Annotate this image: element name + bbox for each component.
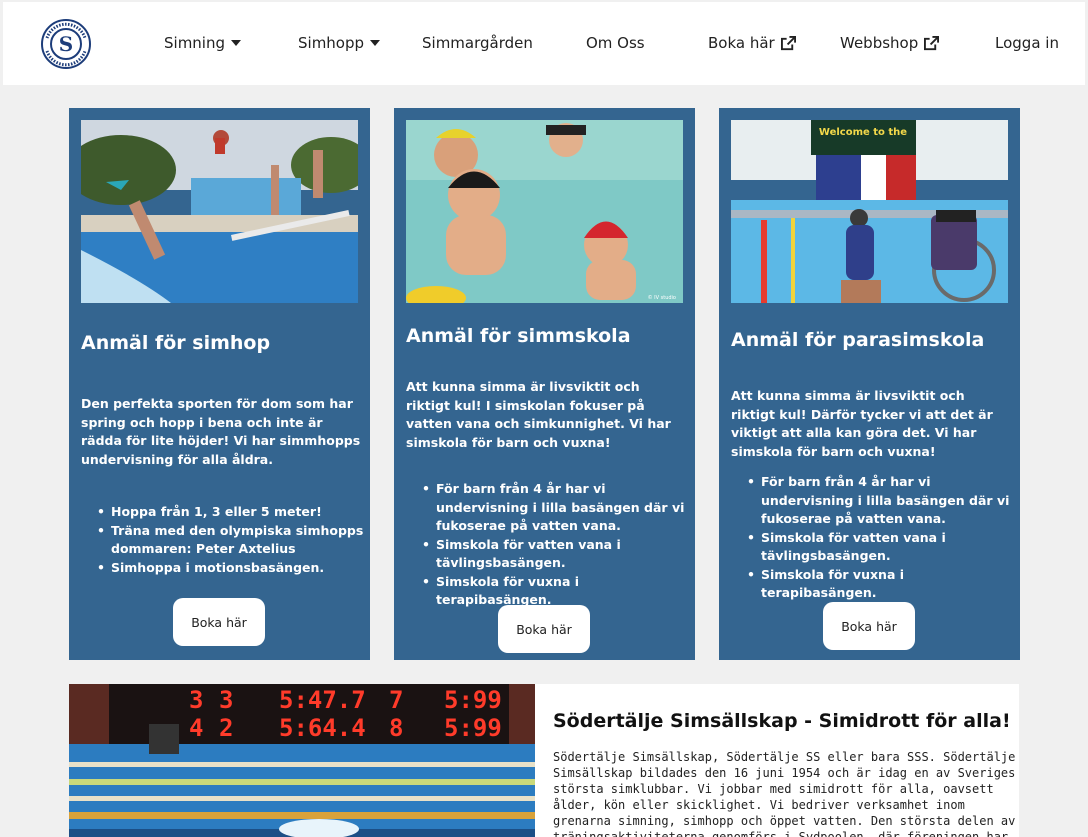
scoreboard-digit: 4	[189, 714, 203, 742]
nav-simning-label: Simning	[164, 34, 226, 52]
scoreboard-digit: 8	[389, 714, 403, 742]
scoreboard-digit: 2	[219, 714, 233, 742]
nav-simmargarden[interactable]: Simmargården	[422, 34, 533, 52]
nav-simhopp-label: Simhopp	[298, 34, 365, 52]
scoreboard-digit: 5:99	[444, 714, 502, 742]
list-item: Simskola för vuxna i terapibasängen.	[731, 566, 1015, 603]
card-bullet-list: Hoppa från 1, 3 eller 5 meter! Träna med…	[81, 503, 365, 577]
nav-logga-in[interactable]: Logga in	[995, 34, 1059, 52]
swim-school-photo: © IV studio	[406, 120, 683, 303]
nav-webbshop-label: Webbshop	[840, 34, 919, 52]
svg-text:S: S	[59, 32, 73, 56]
chevron-down-icon	[231, 40, 242, 46]
chevron-down-icon	[370, 40, 381, 46]
list-item: Simskola för vuxna i terapibasängen.	[406, 573, 690, 610]
nav-boka-har-label: Boka här	[708, 34, 775, 52]
nav-simmargarden-label: Simmargården	[422, 34, 533, 52]
welcome-sign: Welcome to the	[819, 127, 907, 138]
image-credit: © IV studio	[648, 294, 676, 301]
card-simskola: © IV studio Anmäl för simmskola Att kunn…	[394, 108, 695, 660]
card-description: Den perfekta sporten för dom som har spr…	[81, 396, 361, 467]
scoreboard-digit: 3	[219, 686, 233, 714]
card-description: Att kunna simma är livsviktit och riktig…	[406, 379, 671, 450]
scoreboard-digit: 7	[389, 686, 403, 714]
nav-simning[interactable]: Simning	[164, 34, 242, 52]
boka-har-button[interactable]: Boka här	[173, 598, 265, 646]
scoreboard-digit: 5:47.7	[279, 686, 366, 714]
list-item: Träna med den olympiska simhopps dommare…	[81, 522, 365, 559]
card-title: Anmäl för simhop	[81, 332, 271, 354]
pool-scoreboard-photo: 3 3 5:47.7 7 5:99 4 2 5:64.4 8 5:99	[69, 684, 535, 837]
external-link-icon	[924, 35, 940, 50]
nav-boka-har[interactable]: Boka här	[708, 34, 796, 52]
about-text: Södertälje Simsällskap, Södertälje SS el…	[553, 750, 1016, 837]
scoreboard-digit: 5:64.4	[279, 714, 366, 742]
list-item: Hoppa från 1, 3 eller 5 meter!	[81, 503, 365, 522]
list-item: Simskola för vatten vana i tävlingsbasän…	[731, 529, 1015, 566]
nav-webbshop[interactable]: Webbshop	[840, 34, 940, 52]
scoreboard-digit: 3	[189, 686, 203, 714]
list-item: Simskola för vatten vana i tävlingsbasän…	[406, 536, 690, 573]
card-title: Anmäl för parasimskola	[731, 329, 985, 351]
boka-har-button[interactable]: Boka här	[498, 605, 590, 653]
diving-photo	[81, 120, 358, 303]
list-item: För barn från 4 år har vi undervisning i…	[406, 480, 690, 536]
scoreboard-digit: 5:99	[444, 686, 502, 714]
about-title: Södertälje Simsällskap - Simidrott för a…	[553, 710, 1011, 732]
external-link-icon	[780, 35, 796, 50]
card-bullet-list: För barn från 4 år har vi undervisning i…	[731, 473, 1015, 603]
card-title: Anmäl för simmskola	[406, 325, 631, 347]
card-description: Att kunna simma är livsviktit och riktig…	[731, 388, 993, 459]
about-section: 3 3 5:47.7 7 5:99 4 2 5:64.4 8 5:99 Söde…	[69, 684, 1019, 837]
nav-logga-in-label: Logga in	[995, 34, 1059, 52]
boka-har-button[interactable]: Boka här	[823, 602, 915, 650]
card-parasimskola: Welcome to the Anmäl för parasimskola At…	[719, 108, 1020, 660]
nav-om-oss-label: Om Oss	[586, 34, 645, 52]
site-header: S Simning Simhopp Simmargården Om Oss Bo…	[3, 2, 1085, 85]
card-bullet-list: För barn från 4 år har vi undervisning i…	[406, 480, 690, 610]
nav-simhopp[interactable]: Simhopp	[298, 34, 381, 52]
nav-om-oss[interactable]: Om Oss	[586, 34, 645, 52]
card-simhopp: Anmäl för simhop Den perfekta sporten fö…	[69, 108, 370, 660]
club-logo[interactable]: S	[39, 18, 93, 70]
para-swimming-photo: Welcome to the	[731, 120, 1008, 303]
list-item: För barn från 4 år har vi undervisning i…	[731, 473, 1015, 529]
list-item: Simhoppa i motionsbasängen.	[81, 559, 365, 578]
